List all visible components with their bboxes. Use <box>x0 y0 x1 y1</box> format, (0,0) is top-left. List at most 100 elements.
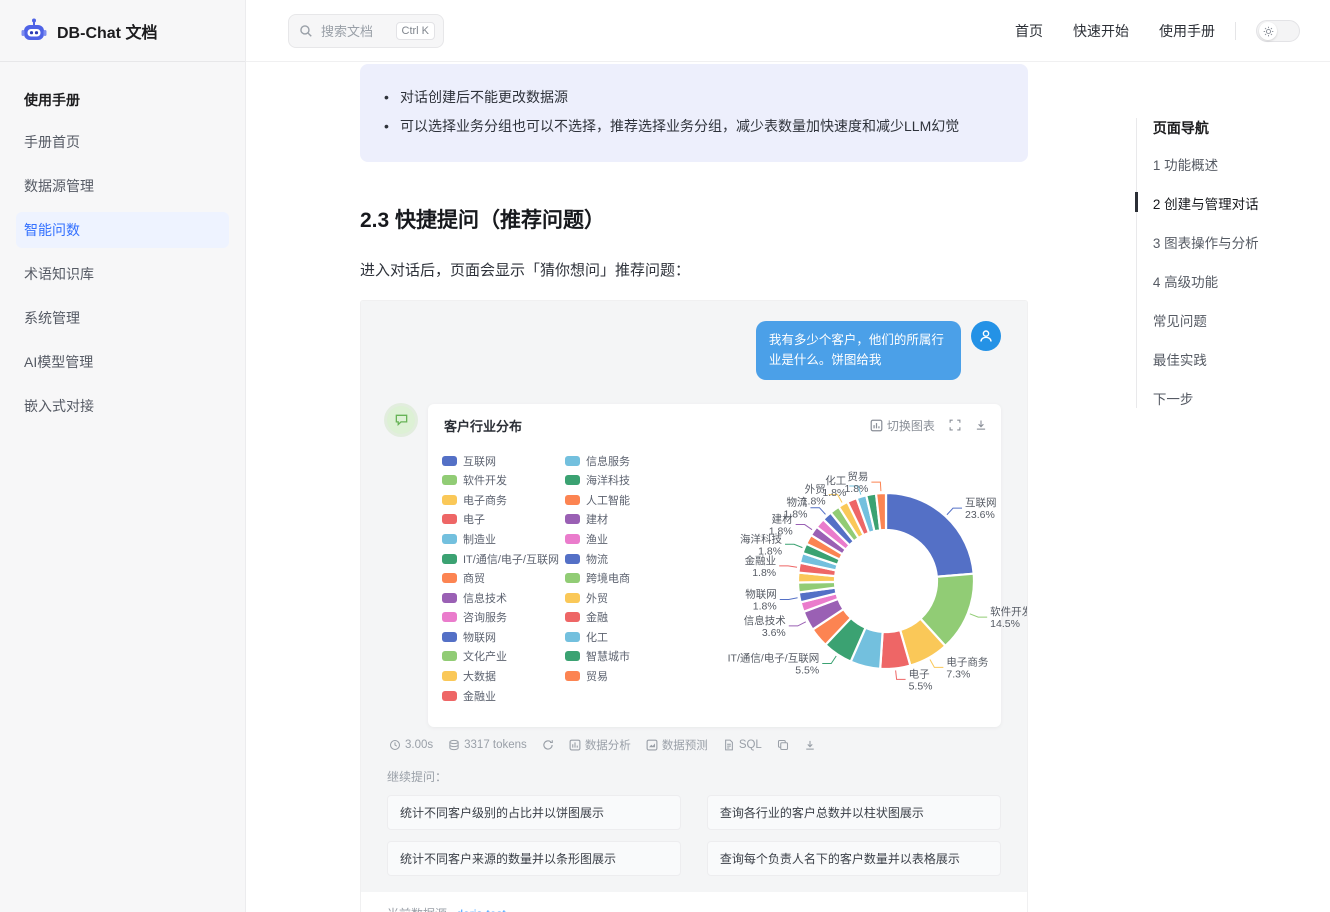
svg-text:23.6%: 23.6% <box>965 509 995 521</box>
legend-item-制造业[interactable]: 制造业 <box>442 529 559 549</box>
legend-item-海洋科技[interactable]: 海洋科技 <box>565 470 630 490</box>
legend-item-信息技术[interactable]: 信息技术 <box>442 588 559 608</box>
legend-item-金融[interactable]: 金融 <box>565 608 630 628</box>
svg-text:1.8%: 1.8% <box>784 508 808 520</box>
sidebar-item-AI模型管理[interactable]: AI模型管理 <box>16 344 229 380</box>
legend-item-文化产业[interactable]: 文化产业 <box>442 647 559 667</box>
suggestion-card[interactable]: 查询每个负责人名下的客户数量并以表格展示 <box>707 841 1001 876</box>
assistant-avatar-icon <box>387 406 415 434</box>
suggestion-card[interactable]: 统计不同客户级别的占比并以饼图展示 <box>387 795 681 830</box>
legend-item-商贸[interactable]: 商贸 <box>442 568 559 588</box>
sidebar-item-智能问数[interactable]: 智能问数 <box>16 212 229 248</box>
legend-item-渔业[interactable]: 渔业 <box>565 529 630 549</box>
sidebar-section-title: 使用手册 <box>16 84 229 116</box>
legend-item-电子[interactable]: 电子 <box>442 510 559 530</box>
svg-text:电子: 电子 <box>909 667 930 680</box>
user-message-bubble: 我有多少个客户，他们的所属行业是什么。饼图给我 <box>756 321 961 380</box>
svg-text:信息技术: 信息技术 <box>744 614 786 627</box>
svg-text:1.8%: 1.8% <box>769 525 793 537</box>
legend-item-物联网[interactable]: 物联网 <box>442 627 559 647</box>
suggestion-card[interactable]: 查询各行业的客户总数并以柱状图展示 <box>707 795 1001 830</box>
toc-item-1 功能概述[interactable]: 1 功能概述 <box>1153 154 1330 174</box>
svg-text:化工: 化工 <box>825 474 846 487</box>
data-analysis-button[interactable]: 数据分析 <box>569 737 631 753</box>
toc-item-常见问题[interactable]: 常见问题 <box>1153 310 1330 330</box>
legend-item-建材[interactable]: 建材 <box>565 510 630 530</box>
legend-item-信息服务[interactable]: 信息服务 <box>565 451 630 471</box>
sidebar-nav: 使用手册 手册首页数据源管理智能问数术语知识库系统管理 AI模型管理嵌入式对接 <box>0 62 245 454</box>
nav-home[interactable]: 首页 <box>1015 21 1043 41</box>
download-result-button[interactable] <box>804 739 816 751</box>
svg-text:1.8%: 1.8% <box>844 483 868 495</box>
copy-button[interactable] <box>777 739 789 751</box>
chart-card-header: 客户行业分布 切换图表 <box>428 404 1001 441</box>
legend-item-跨境电商[interactable]: 跨境电商 <box>565 568 630 588</box>
legend-item-大数据[interactable]: 大数据 <box>442 666 559 686</box>
legend-item-智慧城市[interactable]: 智慧城市 <box>565 647 630 667</box>
download-icon <box>975 419 987 431</box>
legend-item-咨询服务[interactable]: 咨询服务 <box>442 608 559 628</box>
switch-chart-button[interactable]: 切换图表 <box>870 417 935 434</box>
user-avatar-icon <box>971 321 1001 351</box>
nav-quickstart[interactable]: 快速开始 <box>1073 21 1129 41</box>
legend-item-电子商务[interactable]: 电子商务 <box>442 490 559 510</box>
sidebar-item-嵌入式对接[interactable]: 嵌入式对接 <box>16 388 229 424</box>
svg-text:软件开发: 软件开发 <box>990 605 1028 618</box>
toc-item-下一步[interactable]: 下一步 <box>1153 388 1330 408</box>
sidebar-header: DB-Chat 文档 <box>0 0 245 62</box>
legend-item-物流[interactable]: 物流 <box>565 549 630 569</box>
chart-card: 客户行业分布 切换图表 <box>428 404 1001 727</box>
data-predict-button[interactable]: 数据预测 <box>646 737 708 753</box>
toc-item-2 创建与管理对话[interactable]: 2 创建与管理对话 <box>1153 193 1330 213</box>
svg-text:物联网: 物联网 <box>745 587 777 600</box>
refresh-button[interactable] <box>542 739 554 751</box>
top-nav: 首页 快速开始 使用手册 <box>1015 21 1215 41</box>
section-heading: 2.3 快捷提问（推荐问题） <box>360 204 1028 234</box>
download-chart-button[interactable] <box>975 419 987 431</box>
toc-item-最佳实践[interactable]: 最佳实践 <box>1153 349 1330 369</box>
search-input[interactable]: 搜索文档 Ctrl K <box>288 14 444 48</box>
callout-bullet: 可以选择业务分组也可以不选择，推荐选择业务分组，减少表数量加快速度和减少LLM幻… <box>374 116 1014 137</box>
sidebar: DB-Chat 文档 使用手册 手册首页数据源管理智能问数术语知识库系统管理 AI… <box>0 0 246 912</box>
legend-item-IT/通信/电子/互联网[interactable]: IT/通信/电子/互联网 <box>442 549 559 569</box>
search-icon <box>299 24 313 38</box>
svg-text:5.5%: 5.5% <box>795 664 819 676</box>
legend-item-软件开发[interactable]: 软件开发 <box>442 470 559 490</box>
toc-title: 页面导航 <box>1153 118 1330 138</box>
suggestion-card[interactable]: 统计不同客户来源的数量并以条形图展示 <box>387 841 681 876</box>
sidebar-item-术语知识库[interactable]: 术语知识库 <box>16 256 229 292</box>
toc-item-4 高级功能[interactable]: 4 高级功能 <box>1153 271 1330 291</box>
sidebar-item-数据源管理[interactable]: 数据源管理 <box>16 168 229 204</box>
download-icon <box>804 739 816 751</box>
svg-text:7.3%: 7.3% <box>946 668 970 680</box>
chat-area: 我有多少个客户，他们的所属行业是什么。饼图给我 <box>361 301 1027 892</box>
sidebar-item-系统管理[interactable]: 系统管理 <box>16 300 229 336</box>
svg-text:3.6%: 3.6% <box>762 627 786 639</box>
legend-item-外贸[interactable]: 外贸 <box>565 588 630 608</box>
toc-item-3 图表操作与分析[interactable]: 3 图表操作与分析 <box>1153 232 1330 252</box>
input-area: 当前数据源 doris-test <box>361 892 1027 912</box>
legend-item-金融业[interactable]: 金融业 <box>442 686 559 706</box>
fullscreen-button[interactable] <box>949 419 961 431</box>
legend-item-化工[interactable]: 化工 <box>565 627 630 647</box>
tokens-stat: 3317 tokens <box>448 739 527 751</box>
main-column: 搜索文档 Ctrl K 首页 快速开始 使用手册 <box>246 0 1330 912</box>
legend-item-人工智能[interactable]: 人工智能 <box>565 490 630 510</box>
sql-button[interactable]: SQL <box>723 739 762 751</box>
result-toolbar: 3.00s 3317 tokens <box>389 737 999 753</box>
followup-label: 继续提问： <box>387 768 1001 785</box>
nav-manual[interactable]: 使用手册 <box>1159 21 1215 41</box>
donut-pie-chart[interactable]: 互联网23.6%软件开发14.5%电子商务7.3%电子5.5%IT/通信/电子/… <box>654 445 1028 713</box>
analysis-icon <box>569 739 581 751</box>
theme-toggle[interactable] <box>1256 20 1300 42</box>
search-placeholder: 搜索文档 <box>321 21 373 40</box>
svg-text:5.5%: 5.5% <box>909 680 933 692</box>
topbar: 搜索文档 Ctrl K 首页 快速开始 使用手册 <box>246 0 1330 62</box>
sidebar-item-手册首页[interactable]: 手册首页 <box>16 124 229 160</box>
content-row: 对话创建后不能更改数据源可以选择业务分组也可以不选择，推荐选择业务分组，减少表数… <box>246 62 1330 912</box>
article: 对话创建后不能更改数据源可以选择业务分组也可以不选择，推荐选择业务分组，减少表数… <box>360 62 1028 912</box>
legend-item-贸易[interactable]: 贸易 <box>565 666 630 686</box>
datasource-link[interactable]: doris-test <box>456 907 505 912</box>
refresh-icon <box>542 739 554 751</box>
legend-item-互联网[interactable]: 互联网 <box>442 451 559 471</box>
